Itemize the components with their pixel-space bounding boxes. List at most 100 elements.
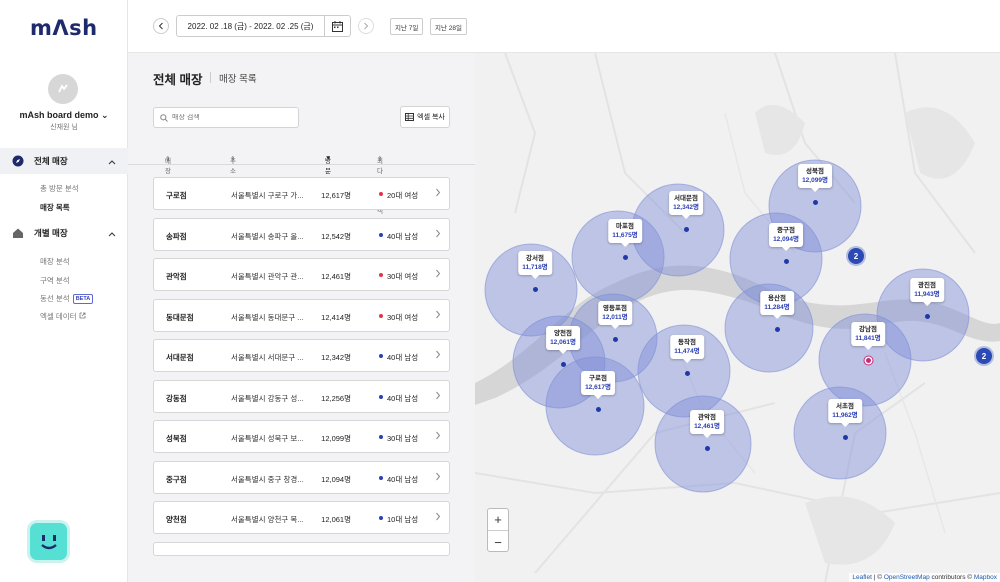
store-location-dot[interactable] [560, 362, 566, 367]
mapbox-link[interactable]: Mapbox [974, 574, 997, 581]
store-map-marker[interactable]: 관악점 12,461명 [690, 410, 724, 438]
store-location-dot[interactable] [924, 314, 930, 319]
store-top-age: 10대 남성 [387, 515, 419, 524]
store-address: 서울특별시 양천구 목... [231, 515, 303, 524]
store-map-marker[interactable]: 강남점 11,841명 [851, 322, 885, 350]
date-range-picker[interactable]: 2022. 02 .18 (금) - 2022. 02 .25 (금) [176, 15, 351, 37]
store-visits: 12,461명 [321, 272, 351, 281]
next-date-button[interactable] [358, 18, 374, 34]
table-row[interactable]: 강동점 서울특별시 강동구 성... 12,256명 40대 남성 [153, 379, 450, 413]
store-map-marker[interactable]: 동작점 11,474명 [670, 335, 704, 363]
home-icon [12, 227, 24, 239]
marker-store-name: 동작점 [678, 339, 696, 346]
store-location-dot[interactable] [812, 200, 818, 205]
nav-store-analysis[interactable]: 매장 분석 [40, 256, 70, 267]
store-map-marker[interactable]: 마포점 11,675명 [608, 219, 642, 247]
search-input[interactable] [172, 114, 282, 121]
store-location-dot[interactable] [774, 327, 780, 332]
marker-store-name: 강남점 [859, 326, 877, 333]
store-visits: 12,256명 [321, 393, 351, 403]
store-map-marker[interactable]: 강서점 11,718명 [518, 251, 552, 279]
table-row[interactable]: 서대문점 서울특별시 서대문구 ... 12,342명 40대 남성 [153, 339, 450, 372]
map-cluster[interactable]: 2 [976, 348, 992, 364]
nav-excel-data[interactable]: 엑셀 데이터 [40, 311, 86, 322]
zoom-out-button[interactable]: − [488, 531, 508, 553]
store-location-dot[interactable] [783, 259, 789, 264]
gender-dot [379, 435, 383, 439]
store-location-dot[interactable] [532, 287, 538, 292]
store-search[interactable] [153, 107, 299, 128]
last-7-days-button[interactable]: 지난 7일 [390, 18, 424, 35]
store-location-dot[interactable] [612, 337, 618, 342]
gender-dot [379, 516, 383, 520]
chevron-right-icon [364, 22, 369, 30]
store-map-marker[interactable]: 중구점 12,094명 [769, 223, 803, 251]
store-map-marker[interactable]: 용산점 11,284명 [760, 291, 794, 319]
brand-logo[interactable]: mΛsh [30, 16, 98, 40]
store-map-marker[interactable]: 영등포점 12,011명 [598, 301, 632, 329]
attrib-mid: contributors © [929, 574, 974, 581]
profile-name[interactable]: mAsh board demo ⌄ [0, 110, 128, 121]
external-link-icon [79, 312, 86, 321]
store-address: 서울특별시 송파구 올... [231, 231, 303, 241]
store-location-dot[interactable] [865, 358, 871, 363]
table-row[interactable]: 송파점 서울특별시 송파구 올... 12,542명 40대 남성 [153, 217, 450, 251]
store-location-dot[interactable] [684, 371, 690, 376]
table-row[interactable]: 동대문점 서울특별시 동대문구 ... 12,414명 30대 여성 [153, 298, 450, 332]
store-name: 강동점 [166, 393, 187, 403]
chatbot-button[interactable] [30, 523, 67, 560]
marker-visits: 12,461명 [694, 423, 720, 430]
nav-flow-label: 동선 분석 [40, 294, 70, 303]
chevron-right-icon [435, 391, 441, 402]
excel-copy-button[interactable]: 엑셀 복사 [400, 106, 450, 128]
table-row[interactable]: 중구점 서울특별시 중구 창경... 12,094명 40대 남성 [153, 460, 450, 494]
prev-date-button[interactable] [153, 18, 169, 34]
store-location-dot[interactable] [704, 446, 710, 451]
store-map-marker[interactable]: 성북점 12,099명 [798, 164, 832, 192]
store-top-age: 40대 남성 [387, 231, 419, 241]
calendar-icon[interactable] [324, 15, 350, 37]
table-row[interactable]: 구로점 서울특별시 구로구 가... 12,617명 20대 여성 [153, 177, 450, 210]
store-location-dot[interactable] [842, 435, 848, 440]
map-cluster[interactable]: 2 [848, 248, 864, 264]
gender-dot [379, 354, 383, 358]
store-address: 서울특별시 성북구 보... [231, 434, 303, 443]
marker-visits: 12,061명 [550, 339, 576, 346]
osm-link[interactable]: OpenStreetMap [884, 574, 930, 581]
store-visits: 12,099명 [321, 434, 351, 443]
store-top-age: 30대 여성 [387, 272, 419, 281]
last-28-days-button[interactable]: 지난 28일 [430, 18, 467, 35]
store-location-dot[interactable] [683, 227, 689, 232]
marker-store-name: 구로점 [589, 375, 607, 382]
store-location-dot[interactable] [595, 407, 601, 412]
store-map-marker[interactable]: 양천점 12,061명 [546, 326, 580, 354]
store-map-marker[interactable]: 구로점 12,617명 [581, 371, 615, 399]
nav-each-store[interactable]: 개별 매장 [0, 220, 128, 246]
table-row[interactable]: 양천점 서울특별시 양천구 목... 12,061명 10대 남성 [153, 501, 450, 534]
table-row[interactable] [153, 541, 450, 556]
sidebar: mΛsh mAsh board demo ⌄ 신재원 님 전체 매장 총 방문 … [0, 0, 128, 582]
store-name: 양천점 [166, 515, 187, 524]
nav-all-stores[interactable]: 전체 매장 [0, 148, 128, 174]
table-row[interactable]: 성북점 서울특별시 성북구 보... 12,099명 30대 남성 [153, 420, 450, 453]
map-background [475, 53, 1000, 582]
table-row[interactable]: 관악점 서울특별시 관악구 관... 12,461명 30대 여성 [153, 258, 450, 291]
nav-zone-analysis[interactable]: 구역 분석 [40, 275, 70, 286]
store-top-age: 20대 여성 [387, 191, 419, 200]
chevron-right-icon [435, 188, 441, 199]
zoom-control: + − [487, 508, 509, 552]
nav-total-visits[interactable]: 총 방문 분석 [40, 183, 79, 194]
store-map[interactable]: 성북점 12,099명서대문점 12,342명마포점 11,675명 중구점 12,094… [475, 52, 1000, 582]
leaflet-link[interactable]: Leaflet [852, 574, 872, 581]
store-map-marker[interactable]: 서초점 11,962명 [828, 399, 862, 427]
chevron-right-icon [435, 512, 441, 523]
nav-store-list[interactable]: 매장 목록 [40, 202, 70, 213]
store-location-dot[interactable] [622, 255, 628, 260]
profile-avatar[interactable] [48, 74, 78, 104]
store-address: 서울특별시 서대문구 ... [231, 353, 303, 362]
store-map-marker[interactable]: 서대문점 12,342명 [669, 191, 703, 219]
gender-dot [379, 394, 383, 399]
nav-flow-analysis[interactable]: 동선 분석 BETA [40, 293, 94, 305]
zoom-in-button[interactable]: + [488, 509, 508, 531]
store-map-marker[interactable]: 광진점 11,943명 [910, 278, 944, 306]
